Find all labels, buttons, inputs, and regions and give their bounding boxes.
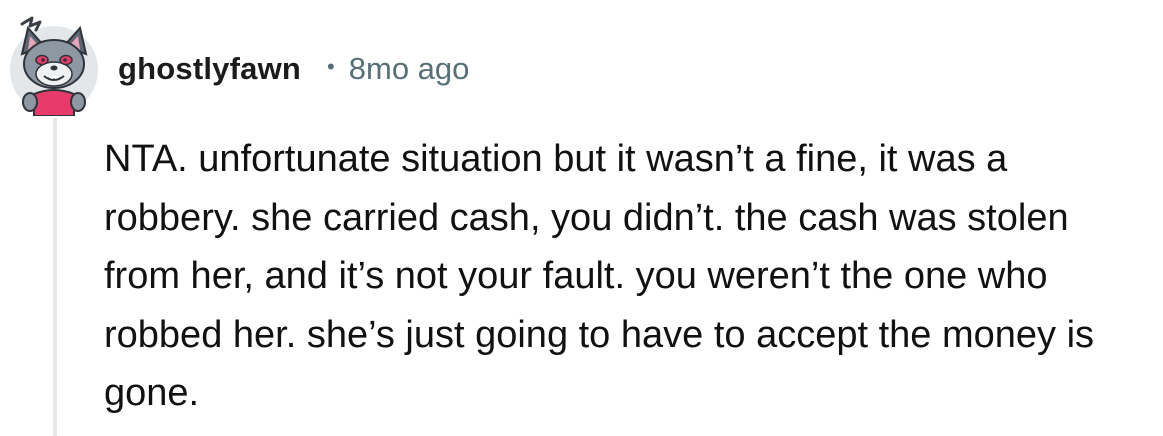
thread-line[interactable]: [53, 118, 57, 436]
comment-timestamp[interactable]: 8mo ago: [349, 51, 470, 87]
meta-separator: •: [327, 54, 335, 79]
comment: ghostlyfawn • 8mo ago NTA. unfortunate s…: [0, 0, 1163, 436]
author-username[interactable]: ghostlyfawn: [118, 51, 301, 87]
wolf-avatar-icon: [10, 16, 98, 116]
user-avatar[interactable]: [8, 16, 100, 116]
comment-meta: ghostlyfawn • 8mo ago: [118, 46, 469, 92]
comment-body: NTA. unfortunate situation but it wasn’t…: [104, 138, 1095, 414]
